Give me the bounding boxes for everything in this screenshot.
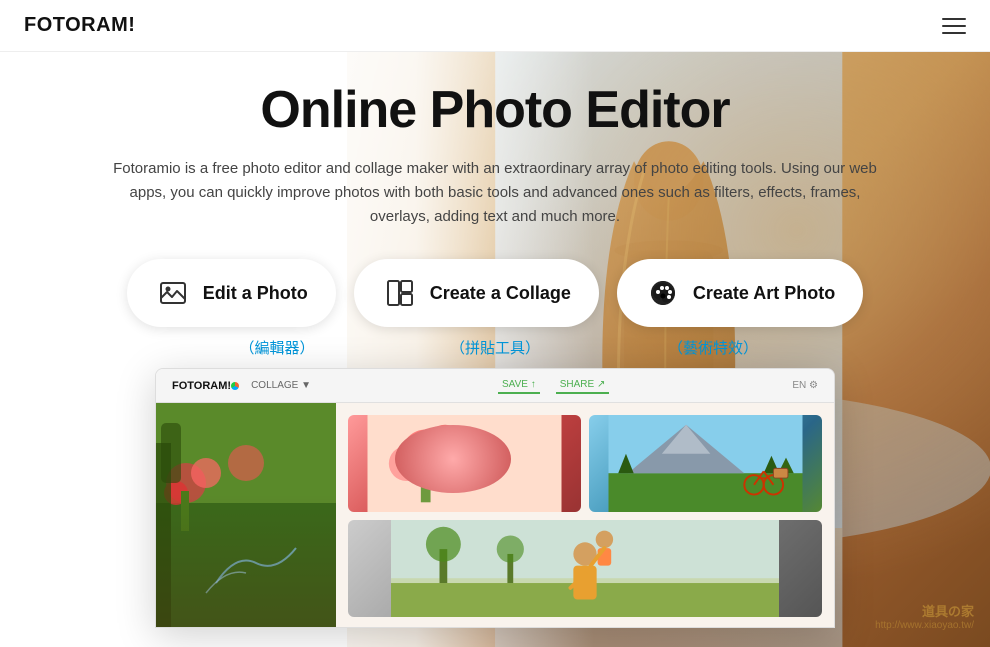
hero-title: Online Photo Editor [0, 82, 990, 139]
logo-text: FOTORAM! [24, 14, 135, 37]
hero-section: Online Photo Editor Fotoramio is a free … [0, 52, 990, 647]
screenshot-topbar: FOTORAM! COLLAGE ▼ SAVE ↑ SHARE ↗ EN ⚙ [156, 369, 834, 403]
sc-collage-menu: COLLAGE ▼ [247, 378, 315, 393]
sc-panel-person-child [348, 520, 822, 617]
palette-icon [645, 275, 681, 311]
screenshot-body [156, 403, 834, 628]
sc-logo: FOTORAM! [172, 380, 239, 392]
collage-icon [382, 275, 418, 311]
hero-content: Online Photo Editor Fotoramio is a free … [0, 52, 990, 628]
sc-lang: EN ⚙ [792, 380, 818, 391]
chinese-labels: （編輯器） （拼貼工具） （藝術特效） [0, 337, 990, 358]
sc-share-btn[interactable]: SHARE ↗ [556, 377, 610, 394]
hamburger-line2 [942, 25, 966, 27]
sc-left-photo [156, 403, 336, 628]
create-art-label: Create Art Photo [693, 283, 835, 304]
create-art-button[interactable]: Create Art Photo [617, 259, 863, 327]
sc-save-btn[interactable]: SAVE ↑ [498, 377, 540, 394]
hamburger-line3 [942, 32, 966, 34]
hero-description: Fotoramio is a free photo editor and col… [105, 157, 885, 229]
hamburger-menu[interactable] [942, 18, 966, 34]
edit-photo-button[interactable]: Edit a Photo [127, 259, 336, 327]
create-collage-button[interactable]: Create a Collage [354, 259, 599, 327]
edit-photo-label: Edit a Photo [203, 283, 308, 304]
sc-panel-mountain [589, 415, 822, 512]
screenshot-preview: FOTORAM! COLLAGE ▼ SAVE ↑ SHARE ↗ EN ⚙ [155, 368, 835, 628]
sc-panel-flowers [348, 415, 581, 512]
logo-icon [136, 18, 152, 34]
hamburger-line1 [942, 18, 966, 20]
navbar: FOTORAM! [0, 0, 990, 52]
logo[interactable]: FOTORAM! [24, 14, 152, 37]
create-collage-label: Create a Collage [430, 283, 571, 304]
chinese-label-art: （藝術特效） [613, 337, 813, 358]
chinese-label-collage: （拼貼工具） [395, 337, 595, 358]
image-icon [155, 275, 191, 311]
action-buttons: Edit a Photo Create a Collage [0, 259, 990, 327]
sc-right-panels [336, 403, 834, 628]
chinese-label-edit: （編輯器） [177, 337, 377, 358]
